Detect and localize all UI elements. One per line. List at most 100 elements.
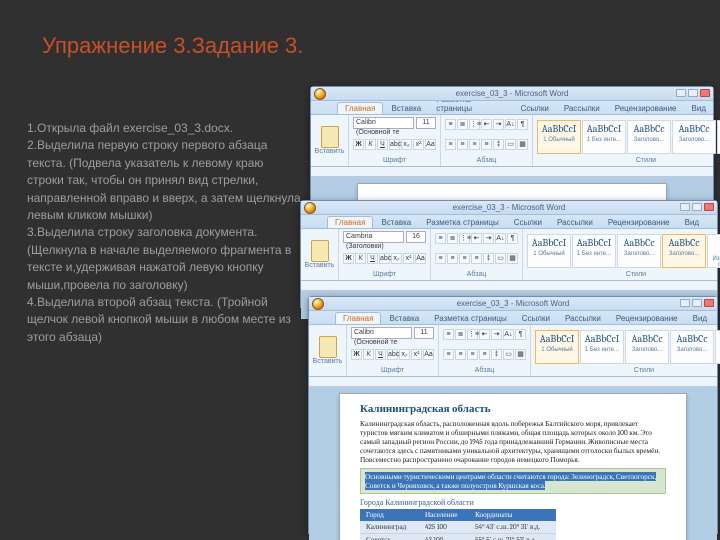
tab-Рассылки[interactable]: Рассылки <box>557 103 607 114</box>
maximize-button[interactable] <box>692 203 702 211</box>
indent-button[interactable]: ⇥ <box>491 329 502 340</box>
style-box[interactable]: AaBbCcI1 Обычный <box>537 120 581 154</box>
tab-Ссылки[interactable]: Ссылки <box>507 217 549 228</box>
tab-Разметка страницы[interactable]: Разметка страницы <box>419 217 506 228</box>
sub-button[interactable]: x₂ <box>391 253 402 264</box>
selected-text[interactable]: Основными туристическими центрами област… <box>365 472 656 490</box>
align-center-button[interactable]: ≡ <box>455 349 466 360</box>
style-box[interactable]: AaBbCcI1 Обычный <box>535 330 579 364</box>
tab-Рецензирование[interactable]: Рецензирование <box>609 313 685 324</box>
show-marks-button[interactable]: ¶ <box>515 329 526 340</box>
maximize-button[interactable] <box>688 89 698 97</box>
sup-button[interactable]: x² <box>403 253 414 264</box>
indent-button[interactable]: ⇥ <box>493 119 504 130</box>
tab-Рецензирование[interactable]: Рецензирование <box>608 103 684 114</box>
sort-button[interactable]: A↓ <box>503 329 514 340</box>
office-orb-icon[interactable] <box>304 202 316 214</box>
table-header[interactable]: Город <box>360 509 419 521</box>
underline-button[interactable]: Ч <box>375 349 386 360</box>
sort-button[interactable]: A↓ <box>505 119 516 130</box>
tab-Вид[interactable]: Вид <box>686 313 714 324</box>
multilevel-button[interactable]: ⋮≡ <box>459 233 470 244</box>
document-area[interactable]: Калининградская область Калининградская … <box>309 387 717 540</box>
clear-format-button[interactable]: Aa <box>423 349 434 360</box>
tab-Главная[interactable]: Главная <box>327 216 373 228</box>
bold-button[interactable]: Ж <box>351 349 362 360</box>
justify-button[interactable]: ≡ <box>471 253 482 264</box>
show-marks-button[interactable]: ¶ <box>517 119 528 130</box>
doc-paragraph-1[interactable]: Калининградская область, расположенная в… <box>360 419 666 465</box>
line-spacing-button[interactable]: ‡ <box>493 139 504 150</box>
table-cell[interactable]: Калининград <box>360 521 419 534</box>
close-button[interactable] <box>704 203 714 211</box>
style-box[interactable]: AaBbCcI1 Без инте... <box>580 330 624 364</box>
table-header[interactable]: Координаты <box>469 509 556 521</box>
ruler[interactable] <box>311 167 713 177</box>
bullets-button[interactable]: ≡ <box>445 119 456 130</box>
titlebar[interactable]: exercise_03_3 - Microsoft Word <box>301 201 717 215</box>
line-spacing-button[interactable]: ‡ <box>483 253 494 264</box>
numbering-button[interactable]: ≣ <box>457 119 468 130</box>
bullets-button[interactable]: ≡ <box>435 233 446 244</box>
tab-Главная[interactable]: Главная <box>337 102 383 114</box>
style-box[interactable]: AaBbCcЗаголово... <box>670 330 714 364</box>
shading-button[interactable]: ▭ <box>505 139 516 150</box>
sup-button[interactable]: x² <box>411 349 422 360</box>
shading-button[interactable]: ▭ <box>503 349 514 360</box>
numbering-button[interactable]: ≣ <box>447 233 458 244</box>
tab-Вид[interactable]: Вид <box>685 103 713 114</box>
tab-Рассылки[interactable]: Рассылки <box>558 313 608 324</box>
close-button[interactable] <box>704 299 714 307</box>
tab-Рассылки[interactable]: Рассылки <box>550 217 600 228</box>
close-button[interactable] <box>700 89 710 97</box>
tab-Вид[interactable]: Вид <box>678 217 706 228</box>
align-center-button[interactable]: ≡ <box>457 139 468 150</box>
multilevel-button[interactable]: ⋮≡ <box>469 119 480 130</box>
tab-Вставка[interactable]: Вставка <box>382 313 426 324</box>
align-right-button[interactable]: ≡ <box>469 139 480 150</box>
font-name-combo[interactable]: Cambria (Заголовки) <box>343 231 404 243</box>
titlebar[interactable]: exercise_03_3 - Microsoft Word <box>311 87 713 101</box>
change-styles-button[interactable]: AИзменить стили <box>707 234 720 268</box>
align-right-button[interactable]: ≡ <box>467 349 478 360</box>
doc-subheading[interactable]: Города Калининградской области <box>360 496 666 509</box>
change-styles-button[interactable]: AИзменить стили <box>715 330 720 364</box>
style-box[interactable]: AaBbCcЗаголово... <box>672 120 716 154</box>
clear-format-button[interactable]: Aa <box>425 139 436 150</box>
show-marks-button[interactable]: ¶ <box>507 233 518 244</box>
tab-Вставка[interactable]: Вставка <box>374 217 418 228</box>
bold-button[interactable]: Ж <box>343 253 354 264</box>
clear-format-button[interactable]: Aa <box>415 253 426 264</box>
strike-button[interactable]: abc <box>389 139 400 150</box>
bullets-button[interactable]: ≡ <box>443 329 454 340</box>
shading-button[interactable]: ▭ <box>495 253 506 264</box>
multilevel-button[interactable]: ⋮≡ <box>467 329 478 340</box>
underline-button[interactable]: Ч <box>377 139 388 150</box>
ruler[interactable] <box>309 377 717 387</box>
tab-Рецензирование[interactable]: Рецензирование <box>601 217 677 228</box>
align-left-button[interactable]: ≡ <box>435 253 446 264</box>
table-cell[interactable]: 54° 43' с.ш. 20° 31' в.д. <box>469 521 556 534</box>
style-box[interactable]: AaBbCcI1 Обычный <box>527 234 571 268</box>
minimize-button[interactable] <box>676 89 686 97</box>
font-name-combo[interactable]: Calibri (Основной те <box>351 327 412 339</box>
numbering-button[interactable]: ≣ <box>455 329 466 340</box>
doc-highlight-box[interactable]: Основными туристическими центрами област… <box>360 468 666 494</box>
style-box[interactable]: AaBbCcI1 Без инте... <box>582 120 626 154</box>
office-orb-icon[interactable] <box>314 88 326 100</box>
tab-Разметка страницы[interactable]: Разметка страницы <box>427 313 514 324</box>
italic-button[interactable]: К <box>363 349 374 360</box>
font-size-combo[interactable]: 11 <box>414 327 434 339</box>
justify-button[interactable]: ≡ <box>479 349 490 360</box>
sub-button[interactable]: x₂ <box>401 139 412 150</box>
table-row[interactable]: Калининград425 10054° 43' с.ш. 20° 31' в… <box>360 521 556 534</box>
outdent-button[interactable]: ⇤ <box>481 119 492 130</box>
strike-button[interactable]: abc <box>379 253 390 264</box>
align-center-button[interactable]: ≡ <box>447 253 458 264</box>
sort-button[interactable]: A↓ <box>495 233 506 244</box>
font-name-combo[interactable]: Calibri (Основной те <box>353 117 414 129</box>
indent-button[interactable]: ⇥ <box>483 233 494 244</box>
table-cell[interactable]: 425 100 <box>419 521 469 534</box>
table-header[interactable]: Население <box>419 509 469 521</box>
tab-Главная[interactable]: Главная <box>335 312 381 324</box>
